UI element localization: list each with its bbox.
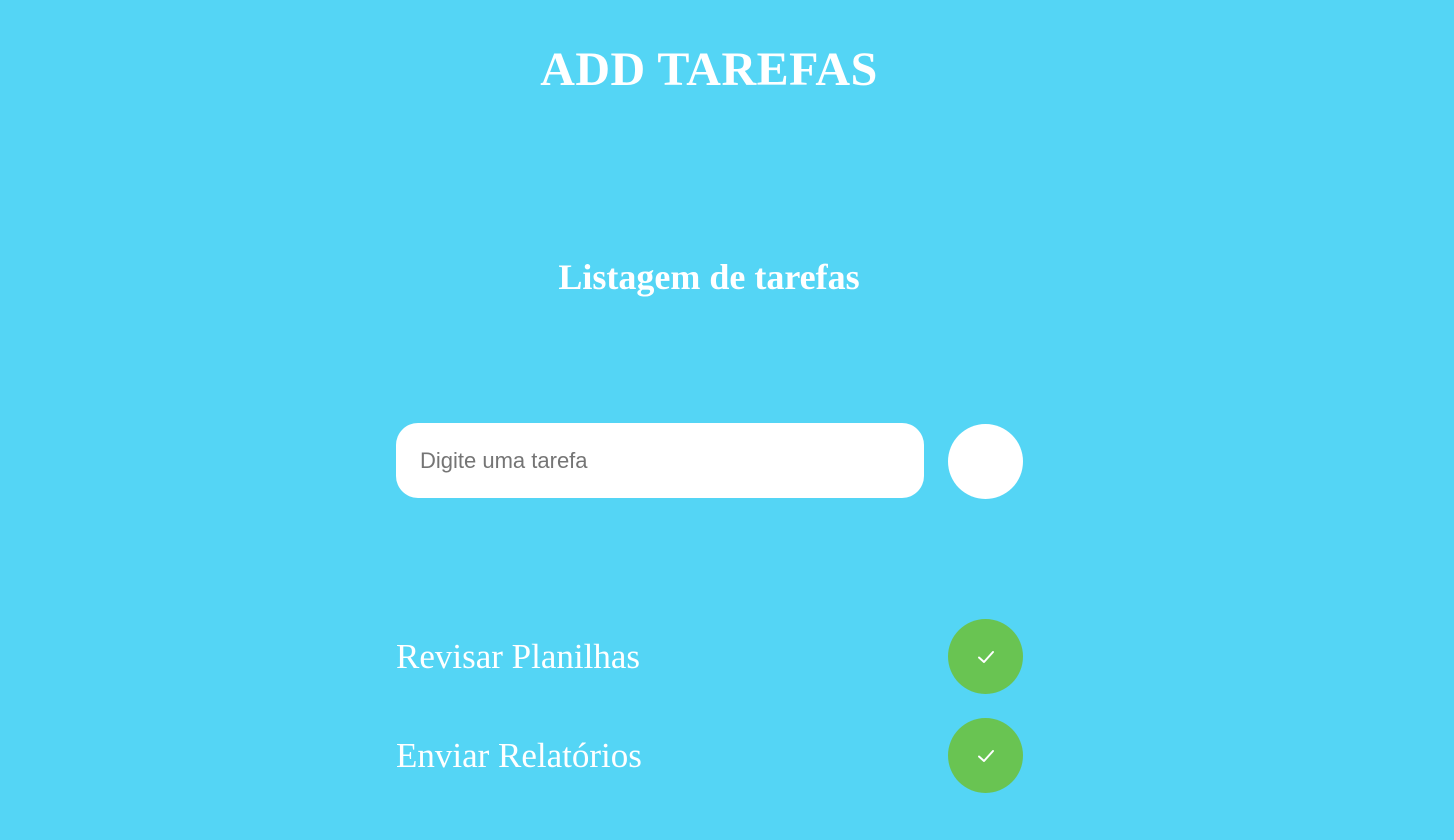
task-list: Revisar Planilhas Enviar Relatórios [396, 619, 1023, 817]
check-icon [977, 650, 994, 663]
complete-task-button[interactable] [948, 718, 1023, 793]
complete-task-button[interactable] [948, 619, 1023, 694]
task-label: Revisar Planilhas [396, 637, 640, 676]
task-item: Revisar Planilhas [396, 619, 1023, 694]
task-item: Enviar Relatórios [396, 718, 1023, 793]
task-input[interactable] [396, 423, 924, 498]
task-label: Enviar Relatórios [396, 736, 642, 775]
check-icon [977, 749, 994, 762]
section-title: Listagem de tarefas [558, 257, 860, 297]
page-title: ADD TAREFAS [540, 43, 878, 96]
add-task-button[interactable] [948, 424, 1023, 499]
